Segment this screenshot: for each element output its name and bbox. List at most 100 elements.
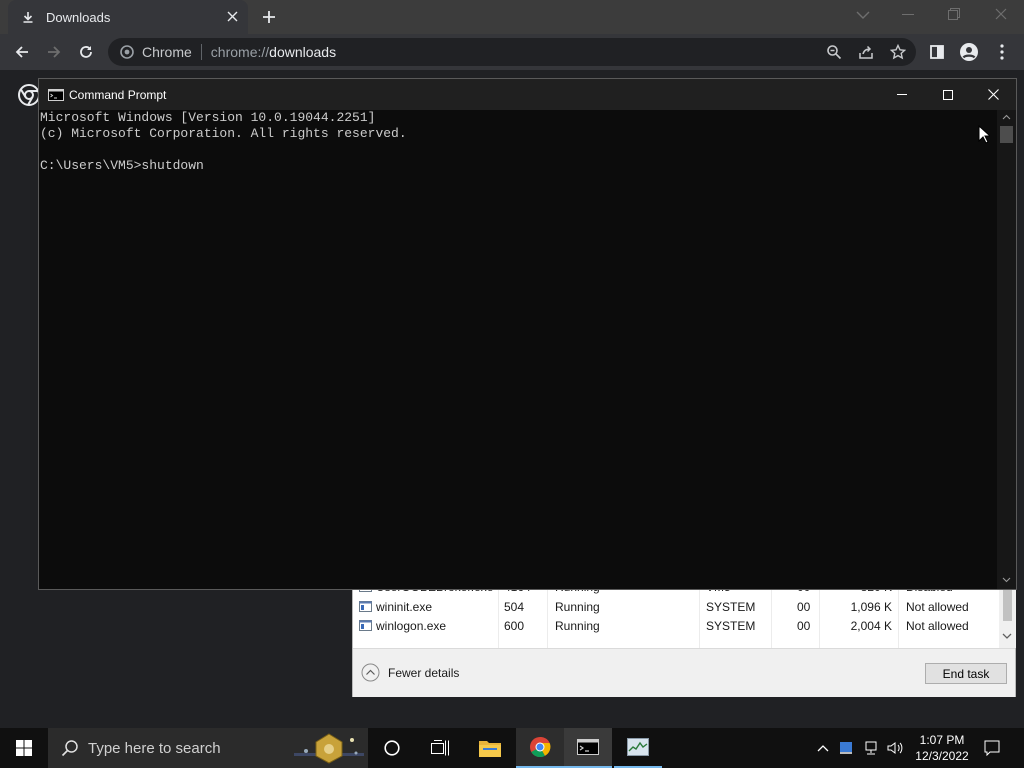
process-name: winlogon.exe <box>376 619 447 633</box>
forward-arrow-icon[interactable] <box>44 42 64 62</box>
omnibox-scheme: chrome:// <box>210 44 270 60</box>
chrome-tab-strip: Downloads <box>0 0 1024 34</box>
tab-title: Downloads <box>46 9 111 25</box>
task-view-icon <box>431 740 449 756</box>
console-line: C:\Users\VM5>shutdown <box>40 158 204 173</box>
volume-icon[interactable] <box>884 728 906 768</box>
scroll-down-arrow-icon[interactable] <box>1002 577 1011 583</box>
clock-date: 12/3/2022 <box>915 749 969 763</box>
chrome-restore-icon[interactable] <box>948 8 960 20</box>
cmd-icon <box>577 739 599 755</box>
reload-icon[interactable] <box>76 42 96 62</box>
process-memory: 2,004 K <box>850 619 892 633</box>
action-center-button[interactable] <box>978 728 1006 768</box>
task-view-button[interactable] <box>416 728 464 768</box>
omnibox-divider <box>200 44 202 60</box>
more-menu-icon[interactable] <box>992 42 1012 62</box>
folder-icon <box>479 739 501 757</box>
process-icon <box>359 620 372 631</box>
cmd-close-button[interactable] <box>970 79 1016 110</box>
cmd-console-output[interactable]: Microsoft Windows [Version 10.0.19044.22… <box>39 110 997 589</box>
command-prompt-window[interactable]: Command Prompt Microsoft Windows [Versio… <box>38 78 1017 590</box>
scroll-up-arrow-icon[interactable] <box>1002 114 1011 120</box>
process-user: SYSTEM <box>706 619 756 633</box>
process-memory: 1,096 K <box>850 600 892 614</box>
clock-time: 1:07 PM <box>919 733 965 747</box>
file-explorer-button[interactable] <box>466 728 514 768</box>
task-manager-taskbar-button[interactable] <box>614 728 662 768</box>
chevron-up-circle-icon <box>361 663 380 682</box>
scroll-down-arrow-icon[interactable] <box>1002 632 1012 640</box>
close-icon <box>987 89 999 100</box>
process-uac-virtualization: Not allowed <box>906 600 969 614</box>
tab-close-icon[interactable] <box>227 11 238 22</box>
bookmark-star-icon[interactable] <box>890 44 906 60</box>
scrollbar-thumb[interactable] <box>1000 126 1013 143</box>
process-cpu: 00 <box>797 619 811 633</box>
fewer-details-label: Fewer details <box>388 665 460 680</box>
show-hidden-icons-button[interactable] <box>812 728 834 768</box>
profile-icon[interactable] <box>959 42 979 62</box>
process-cpu: 00 <box>797 600 811 614</box>
table-row[interactable]: winlogon.exe 600 Running SYSTEM 00 2,004 K Not… <box>353 616 999 635</box>
omnibox-path: downloads <box>269 44 337 60</box>
cortana-icon <box>384 740 400 756</box>
chevron-up-icon <box>817 744 829 752</box>
cmd-app-icon <box>48 88 64 101</box>
process-icon <box>359 601 372 612</box>
task-manager-scrollbar[interactable] <box>999 580 1016 648</box>
process-status: Running <box>555 600 600 614</box>
chrome-icon <box>529 736 551 758</box>
tray-app-icon[interactable] <box>836 728 856 768</box>
search-icon <box>61 739 79 757</box>
maximize-icon <box>943 89 953 100</box>
taskbar-search-box[interactable]: Type here to search <box>48 728 368 768</box>
end-task-button[interactable]: End task <box>925 663 1007 684</box>
tab-search-chevron-icon[interactable] <box>856 10 870 20</box>
task-manager-footer: Fewer details End task <box>353 648 1015 697</box>
windows-logo-icon <box>16 740 32 756</box>
cmd-title-bar[interactable]: Command Prompt <box>39 79 1016 110</box>
process-name: wininit.exe <box>376 600 433 614</box>
zoom-icon[interactable] <box>826 44 842 60</box>
console-line: (c) Microsoft Corporation. All rights re… <box>40 126 407 141</box>
cmd-scrollbar[interactable] <box>997 110 1016 589</box>
chrome-site-icon <box>120 45 134 59</box>
console-line: Microsoft Windows [Version 10.0.19044.22… <box>40 110 376 125</box>
cortana-button[interactable] <box>368 728 416 768</box>
windows-taskbar: Type here to search 1:07 PM 12/3/2022 <box>0 728 1024 768</box>
cmd-taskbar-button[interactable] <box>564 728 612 768</box>
process-pid: 504 <box>504 600 525 614</box>
download-icon <box>22 11 36 23</box>
cmd-minimize-button[interactable] <box>879 79 925 110</box>
minimize-icon <box>897 94 907 95</box>
network-icon[interactable] <box>860 728 882 768</box>
process-pid: 600 <box>504 619 525 633</box>
process-status: Running <box>555 619 600 633</box>
chrome-taskbar-button[interactable] <box>516 728 564 768</box>
task-manager-icon <box>627 738 649 756</box>
tab-downloads[interactable]: Downloads <box>8 0 248 34</box>
address-bar[interactable]: Chrome chrome:// downloads <box>108 38 916 66</box>
back-arrow-icon[interactable] <box>12 42 32 62</box>
fewer-details-button[interactable]: Fewer details <box>361 663 459 682</box>
search-highlight-icon <box>294 731 364 765</box>
clock[interactable]: 1:07 PM 12/3/2022 <box>908 728 976 768</box>
cmd-maximize-button[interactable] <box>925 79 971 110</box>
chrome-close-icon[interactable] <box>995 8 1007 20</box>
chrome-minimize-icon[interactable] <box>902 14 914 16</box>
side-panel-icon[interactable] <box>927 42 947 62</box>
process-uac-virtualization: Not allowed <box>906 619 969 633</box>
omnibox-site-label: Chrome <box>142 44 192 60</box>
new-tab-icon[interactable] <box>261 9 277 25</box>
task-manager-window: UserOOBEBroker.exe4164RunningVM500820 KD… <box>352 580 1016 697</box>
start-button[interactable] <box>0 728 48 768</box>
search-placeholder: Type here to search <box>88 739 221 757</box>
share-icon[interactable] <box>858 44 874 60</box>
mouse-cursor-icon <box>978 125 990 144</box>
notification-icon <box>984 740 1000 756</box>
chrome-logo-icon <box>18 84 40 106</box>
cmd-window-title: Command Prompt <box>69 87 167 102</box>
table-row[interactable]: wininit.exe 504 Running SYSTEM 00 1,096 K Not … <box>353 597 999 616</box>
